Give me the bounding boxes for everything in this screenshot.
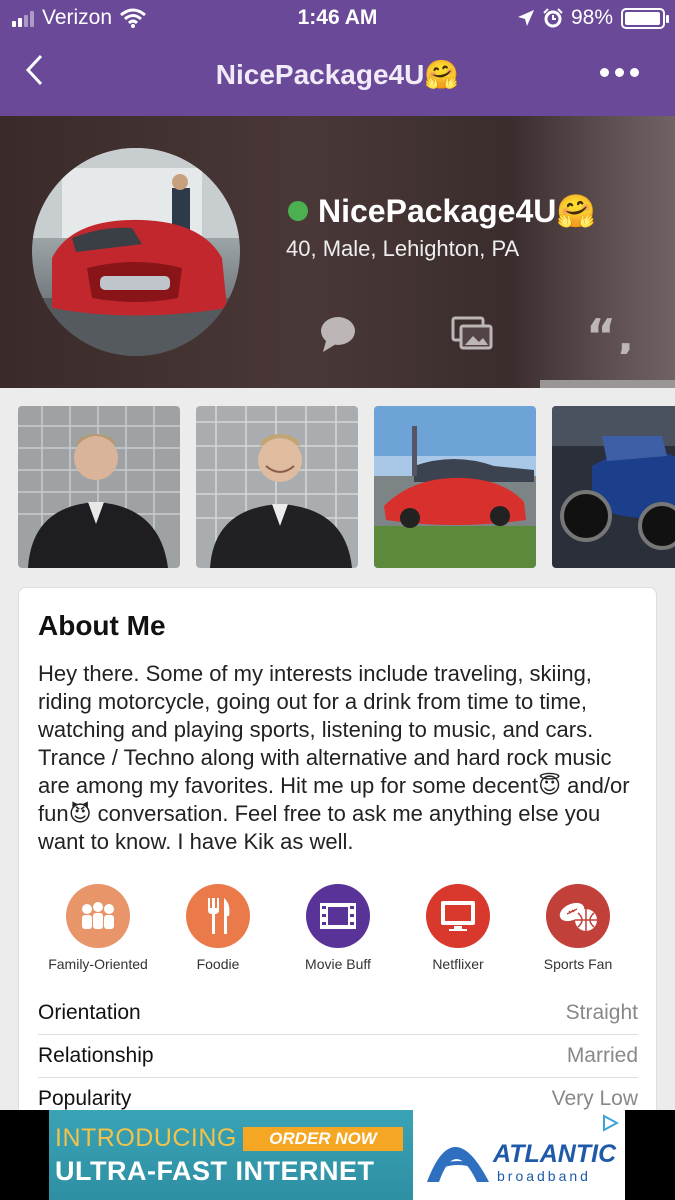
ad-introducing: INTRODUCING [55,1124,237,1152]
family-icon [66,884,130,948]
detail-value: Very Low [551,1087,638,1110]
photo-thumbnail[interactable] [552,406,675,568]
detail-row-orientation: Orientation Straight [38,992,638,1035]
fork-knife-icon [186,884,250,948]
online-status-dot [288,201,308,221]
interest-label: Foodie [196,956,240,972]
interest-sports-fan[interactable]: Sports Fan [513,884,643,972]
ad-brand: ATLANTIC [493,1140,617,1168]
chat-bubble-icon[interactable] [318,314,358,354]
photo-thumbnail[interactable] [196,406,358,568]
ad-banner[interactable]: INTRODUCING ORDER NOW ULTRA-FAST INTERNE… [49,1110,625,1200]
nav-bar: NicePackage4U🤗 [0,38,675,116]
interest-label: Sports Fan [543,956,613,972]
avatar[interactable] [32,148,240,356]
photo-thumbnail[interactable] [374,406,536,568]
interest-label: Movie Buff [305,956,371,972]
interests-row: Family-Oriented Foodie Movie Buff Netfli… [19,884,658,978]
top-bar: Verizon 1:46 AM 98% NicePackage4U🤗 [0,0,675,116]
battery-icon [621,7,669,29]
film-icon [306,884,370,948]
ad-headline: ULTRA-FAST INTERNET [55,1156,375,1186]
photo-thumbnail[interactable] [18,406,180,568]
more-dots-icon[interactable] [600,68,639,77]
alarm-clock-icon [543,8,563,28]
status-bar: Verizon 1:46 AM 98% [0,0,675,38]
location-arrow-icon [517,10,534,26]
tab-indicator [540,380,675,388]
interest-label: Netflixer [432,956,484,972]
detail-key: Relationship [38,1044,154,1067]
about-text: Hey there. Some of my interests include … [38,661,630,854]
sports-icon [546,884,610,948]
page-title: NicePackage4U🤗 [215,59,460,90]
about-heading: About Me [38,610,166,641]
profile-details: 40, Male, Lehighton, PA [286,236,520,261]
interest-label: Family-Oriented [48,956,148,972]
battery-percent: 98% [570,6,613,29]
atlantic-logo-icon [427,1147,489,1182]
adchoices-icon[interactable] [601,1114,619,1132]
profile-header: NicePackage4U🤗 40, Male, Lehighton, PA “… [0,116,675,388]
ad-order-now-button[interactable]: ORDER NOW [243,1127,403,1151]
svg-text:“„: “„ [586,314,630,354]
interest-movie-buff[interactable]: Movie Buff [273,884,403,972]
tv-icon [426,884,490,948]
photos-icon[interactable] [451,314,493,354]
detail-key: Popularity [38,1087,132,1110]
detail-value: Married [566,1044,638,1067]
profile-name: NicePackage4U🤗 [318,193,597,229]
detail-value: Straight [565,1001,638,1024]
ad-brand-sub: broadband [497,1168,591,1184]
interest-netflixer[interactable]: Netflixer [393,884,523,972]
about-card: About Me Hey there. Some of my interests… [18,587,657,1147]
detail-key: Orientation [38,1001,141,1024]
detail-row-relationship: Relationship Married [38,1035,638,1078]
quote-icon[interactable]: “„ [586,309,646,363]
profile-name-row: NicePackage4U🤗 [288,192,596,230]
interest-foodie[interactable]: Foodie [153,884,283,972]
interest-family-oriented[interactable]: Family-Oriented [33,884,163,972]
